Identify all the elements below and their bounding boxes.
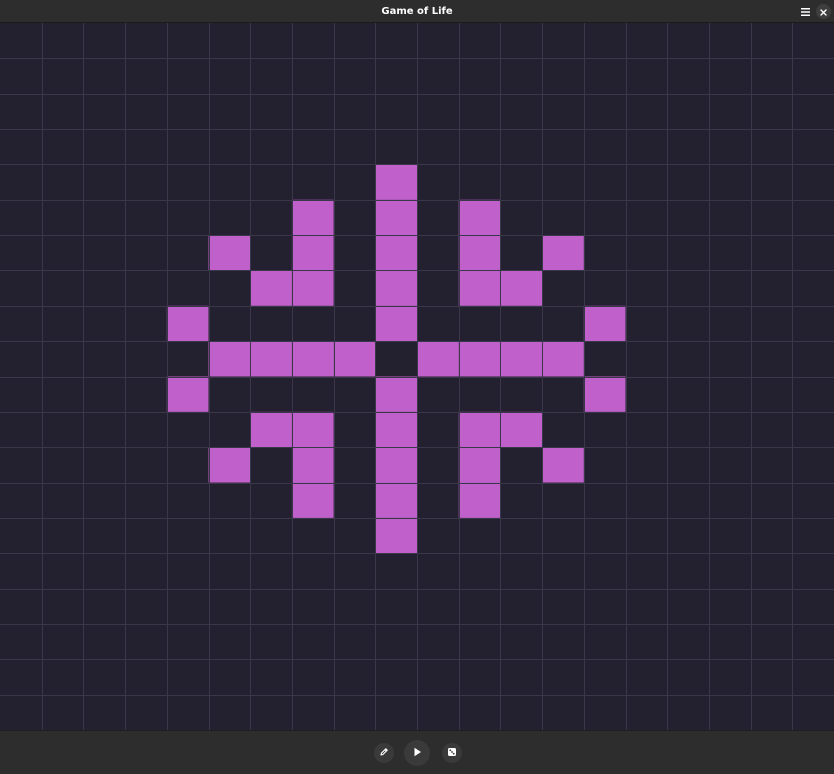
live-cell[interactable]: [375, 376, 417, 412]
hamburger-menu-icon: [801, 3, 810, 21]
live-cell[interactable]: [375, 164, 417, 200]
close-icon: [820, 3, 827, 21]
live-cell[interactable]: [458, 341, 501, 377]
live-cell[interactable]: [375, 199, 417, 236]
live-cell[interactable]: [375, 270, 417, 306]
live-cell[interactable]: [291, 341, 334, 377]
live-cell[interactable]: [333, 341, 376, 377]
pencil-icon: [379, 744, 389, 762]
bottom-toolbar: [0, 730, 834, 774]
live-cell[interactable]: [542, 235, 584, 271]
live-cell[interactable]: [375, 482, 417, 518]
close-button[interactable]: [816, 4, 831, 19]
live-cell[interactable]: [208, 235, 251, 271]
app-window: Game of Life: [0, 0, 834, 774]
live-cell[interactable]: [291, 199, 334, 236]
live-cell[interactable]: [250, 411, 292, 448]
live-cell[interactable]: [417, 341, 459, 377]
randomize-button[interactable]: [442, 743, 462, 763]
live-cell[interactable]: [542, 447, 584, 483]
live-cell[interactable]: [542, 341, 584, 377]
live-cell[interactable]: [166, 305, 209, 342]
live-cell[interactable]: [166, 376, 209, 412]
live-cell[interactable]: [291, 235, 334, 271]
live-cell[interactable]: [250, 341, 292, 377]
live-cell[interactable]: [375, 447, 417, 483]
play-button[interactable]: [404, 740, 430, 766]
live-cell[interactable]: [375, 517, 417, 554]
live-cell[interactable]: [458, 235, 501, 271]
live-cell[interactable]: [500, 411, 543, 448]
live-cell[interactable]: [375, 411, 417, 448]
header-bar: Game of Life: [0, 0, 834, 23]
live-cell[interactable]: [458, 199, 501, 236]
live-cell[interactable]: [291, 270, 334, 306]
window-title: Game of Life: [381, 6, 453, 17]
edit-button[interactable]: [374, 743, 394, 763]
main-menu-button[interactable]: [797, 3, 814, 20]
live-cell[interactable]: [583, 376, 626, 412]
live-cell[interactable]: [583, 305, 626, 342]
live-cell[interactable]: [458, 447, 501, 483]
live-cell[interactable]: [500, 270, 543, 306]
live-cell[interactable]: [458, 270, 501, 306]
live-cell[interactable]: [458, 482, 501, 518]
live-cell[interactable]: [291, 482, 334, 518]
play-icon: [413, 744, 422, 762]
board-canvas[interactable]: [0, 23, 834, 730]
live-cell[interactable]: [458, 411, 501, 448]
live-cell[interactable]: [375, 235, 417, 271]
dice-icon: [447, 744, 457, 762]
live-cell[interactable]: [208, 341, 251, 377]
live-cell[interactable]: [291, 447, 334, 483]
live-cell[interactable]: [250, 270, 292, 306]
live-cell[interactable]: [291, 411, 334, 448]
live-cell[interactable]: [500, 341, 543, 377]
live-cell[interactable]: [208, 447, 251, 483]
live-cell[interactable]: [375, 305, 417, 342]
game-board[interactable]: [0, 23, 834, 730]
